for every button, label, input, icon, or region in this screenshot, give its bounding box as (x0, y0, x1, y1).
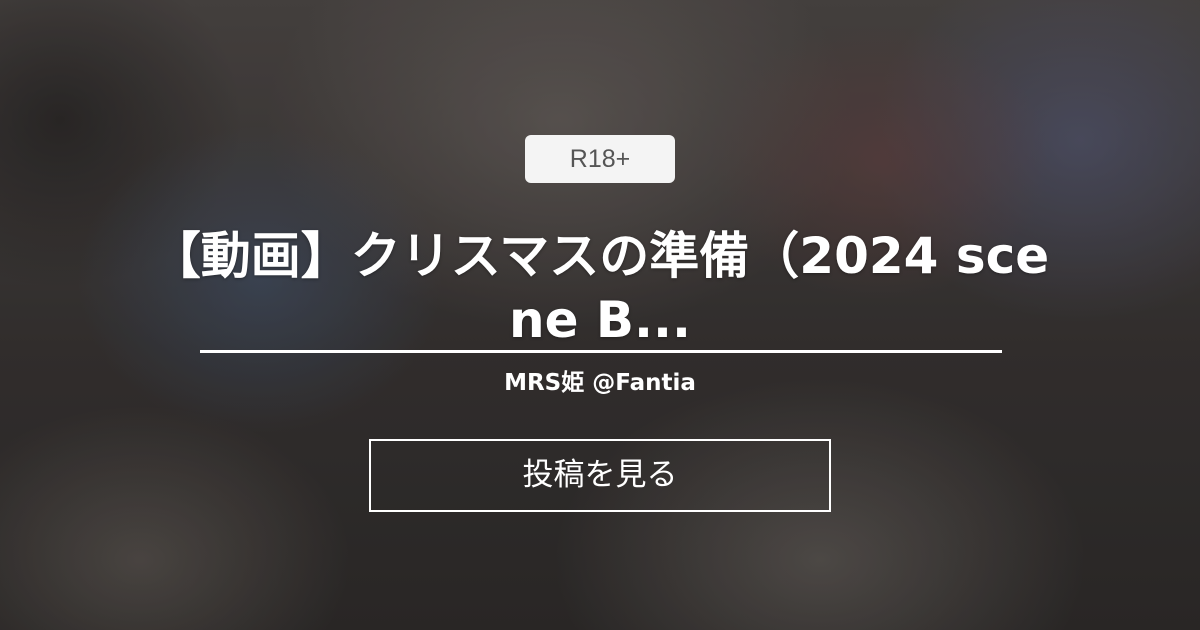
card-content: R18+ 【動画】クリスマスの準備（2024 scene B... MRS姫 @… (0, 0, 1200, 630)
post-title: 【動画】クリスマスの準備（2024 scene B... (150, 227, 1050, 349)
share-card: R18+ 【動画】クリスマスの準備（2024 scene B... MRS姫 @… (0, 0, 1200, 630)
rating-badge: R18+ (525, 135, 675, 183)
view-post-button[interactable]: 投稿を見る (369, 439, 831, 512)
title-divider (200, 350, 1002, 353)
creator-name: MRS姫 @Fantia (504, 370, 696, 396)
